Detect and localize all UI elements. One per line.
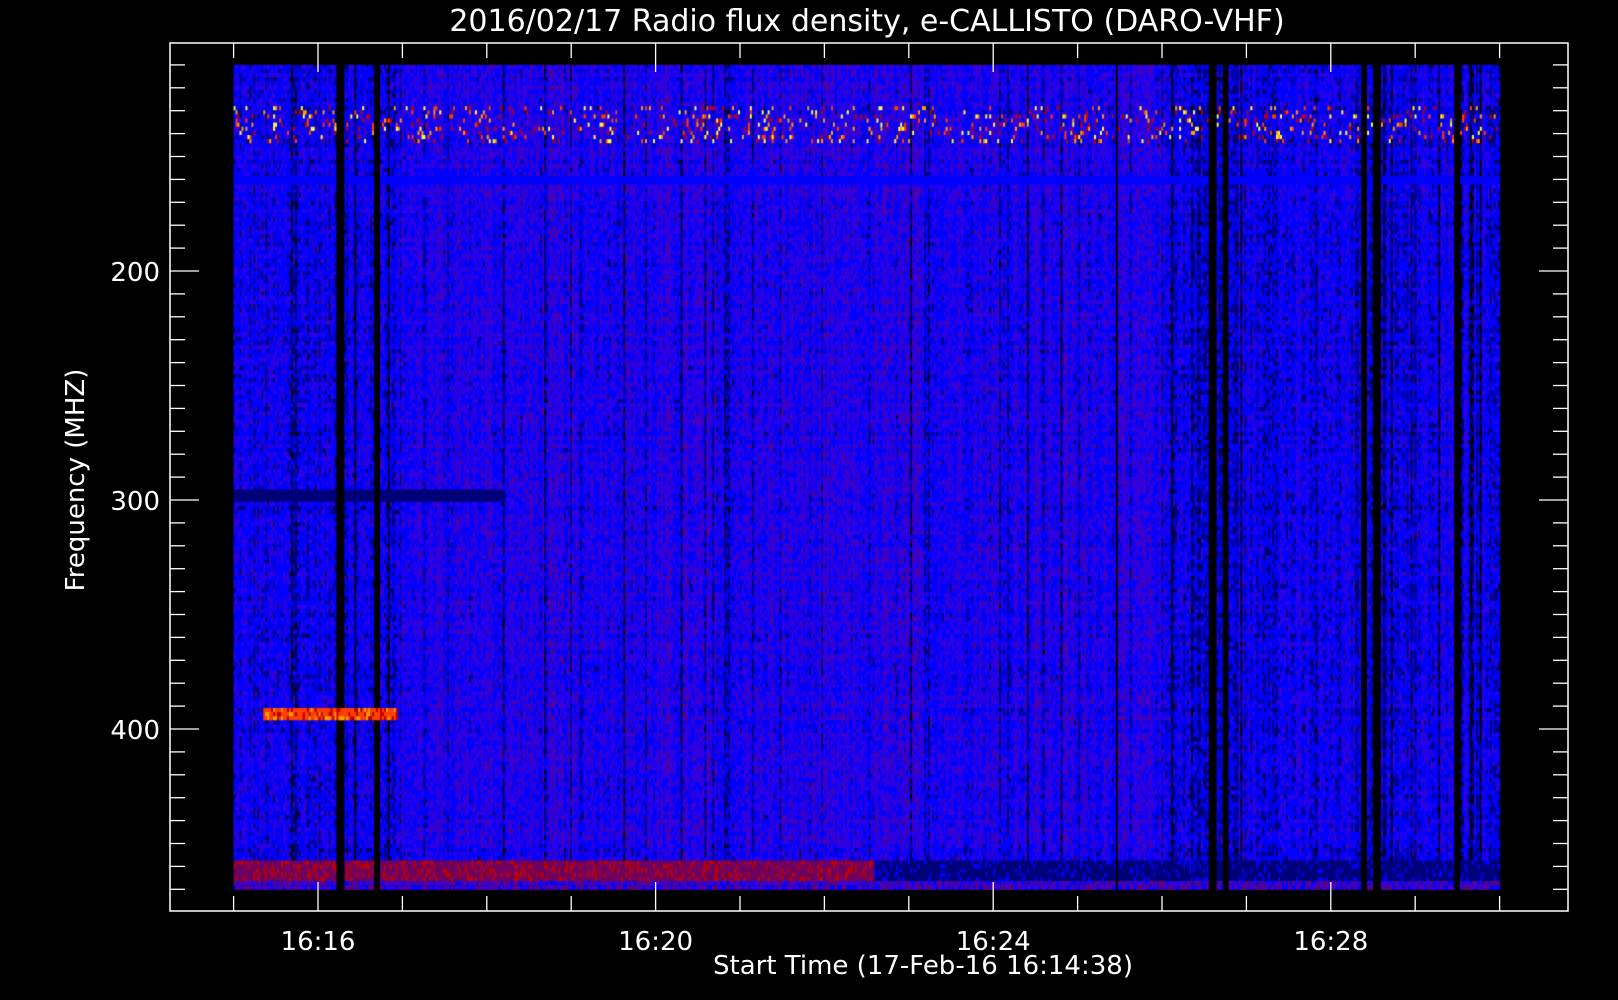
axis-ticks: 16:16 16:20 16:24 16:28200300400 — [110, 43, 1568, 957]
y-axis-label: Frequency (MHZ) — [61, 369, 91, 592]
x-tick-label: 16:28 — [1293, 927, 1368, 957]
x-tick-label: 16:16 — [281, 927, 356, 957]
x-axis-label: Start Time (17-Feb-16 16:14:38) — [713, 951, 1133, 981]
y-tick-label: 400 — [110, 716, 160, 746]
axes-overlay: 2016/02/17 Radio flux density, e-CALLIST… — [61, 4, 1569, 981]
spectrogram-figure: 2016/02/17 Radio flux density, e-CALLIST… — [0, 0, 1618, 1000]
chart-title: 2016/02/17 Radio flux density, e-CALLIST… — [449, 4, 1284, 39]
y-tick-label: 200 — [110, 258, 160, 288]
y-tick-label: 300 — [110, 487, 160, 517]
x-tick-label: 16:20 — [618, 927, 693, 957]
plot-frame — [169, 42, 1569, 912]
